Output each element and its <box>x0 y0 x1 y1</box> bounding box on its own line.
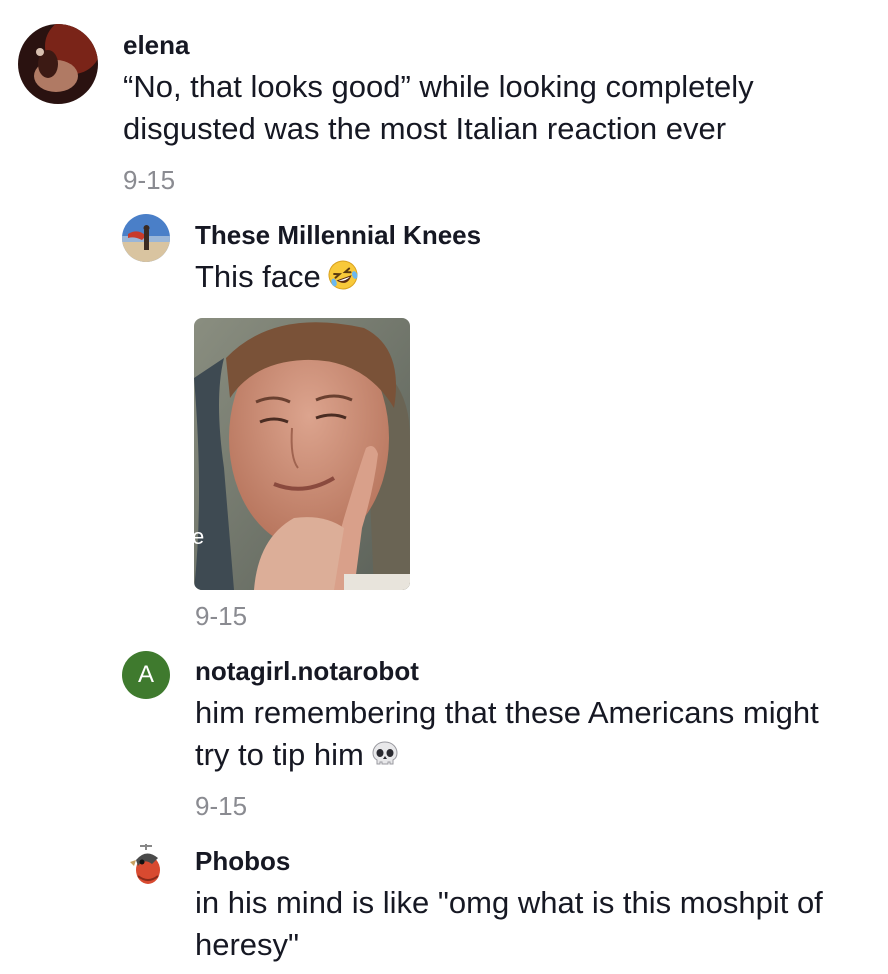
rolling-on-floor-laughing-icon <box>327 259 359 302</box>
comment-text-line: “No, that looks good” while looking comp… <box>123 69 754 104</box>
comment-text-line: This face <box>195 259 321 294</box>
comment-username[interactable]: These Millennial Knees <box>195 220 481 251</box>
comment-text-line: him remembering that these Americans mig… <box>195 695 819 730</box>
user-avatar[interactable] <box>18 24 98 104</box>
comment-text: “No, that looks good” while looking comp… <box>123 66 863 150</box>
user-avatar[interactable]: A <box>122 651 170 699</box>
comment-username[interactable]: elena <box>123 30 190 61</box>
comment-elena: elena “No, that looks good” while lookin… <box>0 0 888 200</box>
comment-text-line: in his mind is like "omg what is this mo… <box>195 885 823 920</box>
reply-phobos: Phobos in his mind is like "omg what is … <box>0 830 888 974</box>
comment-date: 9-15 <box>123 165 176 195</box>
comment-text-line: disgusted was the most Italian reaction … <box>123 111 727 146</box>
comment-text-line: heresy" <box>195 927 300 962</box>
comment-username[interactable]: Phobos <box>195 846 290 877</box>
comment-date: 9-15 <box>195 601 248 631</box>
comment-text: This face <box>195 256 359 302</box>
skull-icon <box>370 738 400 780</box>
user-avatar[interactable] <box>122 214 170 262</box>
reply-image-thumbnail[interactable]: e <box>194 318 410 590</box>
comment-text-line: try to tip him <box>195 737 364 772</box>
svg-text:e: e <box>194 524 204 549</box>
comment-text: him remembering that these Americans mig… <box>195 692 885 780</box>
user-avatar[interactable] <box>122 840 170 888</box>
reply-notagirl-notarobot: A notagirl.notarobot him remembering tha… <box>0 640 888 830</box>
comment-username[interactable]: notagirl.notarobot <box>195 656 419 687</box>
reply-these-millennial-knees: These Millennial Knees This face e 9-15 <box>0 200 888 640</box>
avatar-letter: A <box>137 661 154 688</box>
comment-date: 9-15 <box>195 791 248 821</box>
comment-text: in his mind is like "omg what is this mo… <box>195 882 885 966</box>
